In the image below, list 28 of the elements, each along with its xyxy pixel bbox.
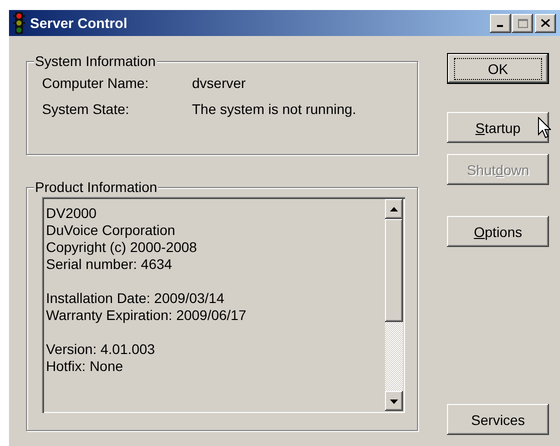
traffic-light-icon: [13, 12, 25, 34]
maximize-button[interactable]: [512, 14, 533, 32]
info-line: Warranty Expiration: 2009/06/17: [46, 307, 246, 324]
info-line: DV2000: [46, 205, 97, 222]
info-line: Hotfix: None: [46, 358, 124, 375]
maximize-icon: [518, 18, 528, 28]
scroll-up-icon[interactable]: [385, 199, 403, 219]
info-line: DuVoice Corporation: [46, 222, 176, 239]
group-title: Product Information: [34, 179, 158, 195]
minimize-button[interactable]: [490, 14, 511, 32]
field-value: dvserver: [192, 75, 246, 91]
close-icon: [541, 19, 550, 27]
scroll-down-icon[interactable]: [385, 391, 403, 411]
group-title: System Information: [34, 53, 157, 69]
close-button[interactable]: [535, 14, 556, 32]
info-line: Copyright (c) 2000-2008: [46, 239, 197, 256]
field-value: The system is not running.: [192, 101, 356, 117]
field-label: Computer Name:: [42, 75, 149, 91]
field-label: System State:: [42, 101, 130, 117]
command-button[interactable]: Options: [447, 216, 549, 247]
info-line: Serial number: 4634: [46, 256, 172, 273]
info-line: Installation Date: 2009/03/14: [46, 290, 224, 307]
command-button[interactable]: Services: [447, 404, 549, 435]
info-line: Version: 4.01.003: [46, 341, 155, 358]
command-button[interactable]: Startup: [447, 112, 549, 143]
scroll-thumb[interactable]: [385, 219, 403, 322]
command-button[interactable]: OK: [447, 53, 549, 84]
window-title: Server Control: [30, 15, 128, 31]
